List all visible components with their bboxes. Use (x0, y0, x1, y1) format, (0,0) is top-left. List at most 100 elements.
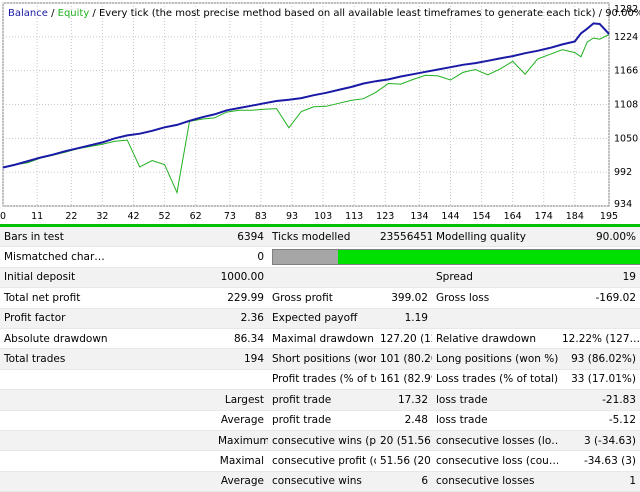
report-row: Profit trades (% of tot…161 (82.99%)Loss… (0, 369, 640, 391)
report-label: consecutive profit (co… (268, 450, 376, 472)
legend-method: / Every tick (the most precise method ba… (89, 8, 640, 19)
report-value: 1000.00 (214, 267, 268, 289)
report-label (432, 308, 558, 329)
x-tick-label: 103 (314, 211, 332, 222)
report-value: 51.56 (20) (376, 450, 432, 472)
x-tick-label: 42 (127, 211, 139, 222)
report-value: -5.12 (558, 410, 640, 431)
report-value: 161 (82.99%) (376, 369, 432, 391)
report-label: consecutive losses (432, 471, 558, 492)
x-tick-label: 113 (345, 211, 363, 222)
x-tick-label: 195 (600, 211, 618, 222)
report-label (0, 410, 214, 431)
report-label: Average (214, 471, 268, 492)
report-label: Expected payoff (268, 308, 376, 329)
report-value: 2.48 (376, 410, 432, 431)
report-label: profit trade (268, 389, 376, 411)
y-tick-label: 992 (614, 167, 632, 178)
report-value: 12.22% (127… (558, 328, 640, 350)
report-label: Maximal (214, 450, 268, 472)
report-label: Long positions (won %) (432, 348, 558, 370)
report-row: Maximumconsecutive wins (pro…20 (51.56)c… (0, 430, 640, 452)
report-label (0, 471, 214, 492)
report-row: Total net profit 229.99 Gross profit 399.02… (0, 287, 640, 309)
report-row: Profit factor 2.36 Expected payoff 1.19 (0, 308, 640, 329)
y-axis-ticks: 12821224116611081050992934 (614, 4, 638, 210)
report-label: Profit factor (0, 308, 214, 329)
x-tick-label: 184 (566, 211, 584, 222)
report-label: Maximal drawdown (268, 328, 376, 350)
legend-equity: Equity (58, 8, 90, 19)
report-row: Bars in test 6394 Ticks modelled 23556451 Mo… (0, 227, 640, 248)
x-tick-label: 174 (535, 211, 553, 222)
report-label (0, 430, 214, 452)
report-value (558, 308, 640, 329)
report-value: 1.19 (376, 308, 432, 329)
report-row: Average consecutive wins 6 consecutive loss… (0, 471, 640, 492)
x-tick-label: 32 (96, 211, 108, 222)
x-axis-ticks: 0 11 22 32 42 52 62 73 83 93 103 113 123 134 144 154 164… (0, 211, 618, 222)
report-value: 90.00% (558, 227, 640, 248)
report-value: 194 (214, 348, 268, 370)
report-label: Spread (432, 267, 558, 289)
x-tick-label: 164 (504, 211, 522, 222)
report-value: 6 (376, 471, 432, 492)
x-tick-label: 73 (224, 211, 236, 222)
report-value: 20 (51.56) (376, 430, 432, 452)
report-value: 0 (214, 246, 268, 268)
report-label (0, 369, 214, 391)
report-label: Maximum (214, 430, 268, 452)
y-tick-label: 1050 (614, 133, 638, 144)
x-tick-label: 154 (473, 211, 491, 222)
report-value (376, 267, 432, 289)
x-tick-label: 52 (159, 211, 171, 222)
report-label: loss trade (432, 410, 558, 431)
x-tick-label: 83 (255, 211, 267, 222)
report-value: -21.83 (558, 389, 640, 411)
report-value: -34.63 (3) (558, 450, 640, 472)
report-label: Gross loss (432, 287, 558, 309)
report-label: Mismatched char… (0, 246, 214, 268)
report-value: 3 (-34.63) (558, 430, 640, 452)
report-value: 101 (80.20%) (376, 348, 432, 370)
report-label: Total net profit (0, 287, 214, 309)
report-value: 127.20 (12.2… (376, 328, 432, 350)
report-row: Total trades194Short positions (won %)10… (0, 348, 640, 370)
report-label: Profit trades (% of tot… (268, 369, 376, 391)
report-value: 399.02 (376, 287, 432, 309)
x-tick-label: 22 (65, 211, 77, 222)
x-tick-label: 11 (31, 211, 43, 222)
y-tick-label: 934 (614, 199, 632, 210)
report-label: Initial deposit (0, 267, 214, 289)
balance-equity-chart: 1282 1224 1166 1108 1050 992 934 0 11 22 32 42 52 62… (0, 0, 640, 224)
report-row: Mismatched char… 0 (0, 246, 640, 268)
report-label: Gross profit (268, 287, 376, 309)
report-label (0, 389, 214, 411)
report-value: -169.02 (558, 287, 640, 309)
report-label: profit trade (268, 410, 376, 431)
report-row: Initial deposit 1000.00 Spread 19 (0, 267, 640, 289)
x-tick-label: 144 (441, 211, 459, 222)
report-label: Average (214, 410, 268, 431)
y-tick-label: 1166 (614, 66, 638, 77)
report-label: Total trades (0, 348, 214, 370)
report-label (0, 450, 214, 472)
legend-separator: / (48, 8, 58, 19)
report-label (268, 267, 376, 289)
report-value: 17.32 (376, 389, 432, 411)
report-table: Bars in test 6394 Ticks modelled 23556451 Mo… (0, 227, 640, 492)
x-tick-label: 93 (286, 211, 298, 222)
modelling-quality-bar-cell (268, 246, 640, 268)
quality-bar-mismatch-fill (273, 250, 338, 265)
report-label: Loss trades (% of total) (432, 369, 558, 391)
report-label: Largest (214, 389, 268, 411)
report-value: 23556451 (376, 227, 432, 248)
report-label: consecutive wins (pro… (268, 430, 376, 452)
legend-balance: Balance (8, 8, 48, 19)
report-value: 6394 (214, 227, 268, 248)
report-value: 229.99 (214, 287, 268, 309)
report-label: consecutive losses (lo… (432, 430, 558, 452)
report-value: 33 (17.01%) (558, 369, 640, 391)
report-row: Absolute drawdown 86.34 Maximal drawdown 12… (0, 328, 640, 350)
y-tick-label: 1224 (614, 32, 638, 43)
